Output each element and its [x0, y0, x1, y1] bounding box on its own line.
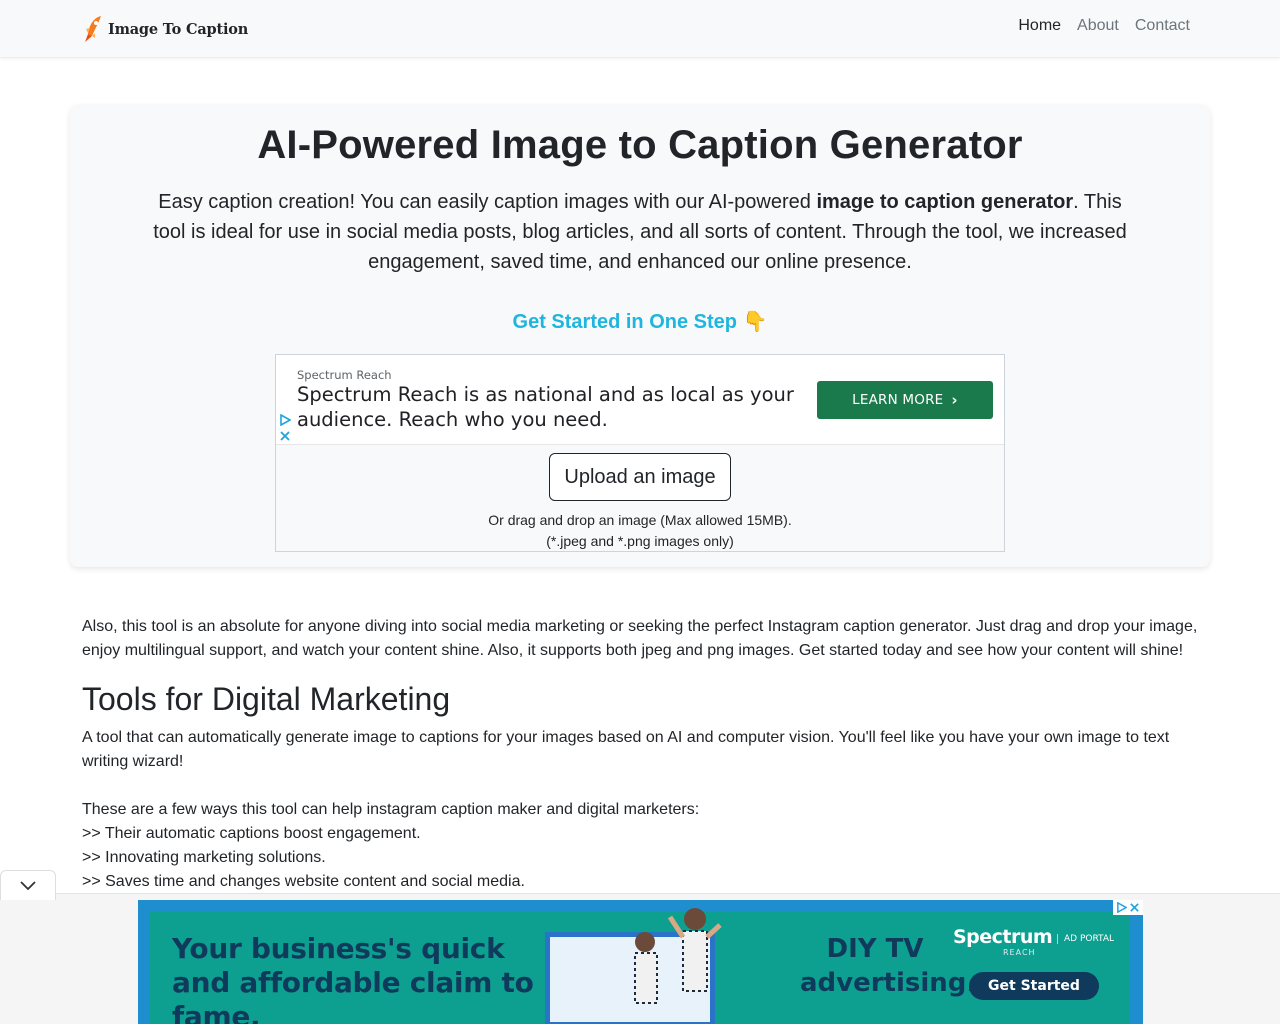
list-item: >> Saves time and changes website conten…: [82, 873, 525, 890]
hero-description: Easy caption creation! You can easily ca…: [140, 187, 1140, 277]
banner-mid-text: DIY TV advertising.: [800, 934, 977, 998]
intro-paragraph: Also, this tool is an absolute for anyon…: [82, 618, 1198, 659]
nav-links: Home About Contact: [1018, 17, 1190, 35]
page-title: AI-Powered Image to Caption Generator: [257, 123, 1023, 167]
list-item: >> Their automatic captions boost engage…: [82, 825, 421, 842]
adchoices-icon[interactable]: [1116, 902, 1127, 913]
nav-home-link[interactable]: Home: [1018, 17, 1061, 35]
hero-desc-start: Easy caption creation! You can easily ca…: [158, 191, 817, 213]
hero-desc-keyword: image to caption generator: [816, 191, 1074, 213]
chevron-right-icon: ›: [951, 391, 958, 409]
section-paragraph: A tool that can automatically generate i…: [82, 729, 1170, 770]
banner-ad-body: Your business's quick and affordable cla…: [150, 908, 1130, 1024]
ad-headline[interactable]: Spectrum Reach is as national and as loc…: [297, 382, 797, 432]
ad-learn-more-button[interactable]: LEARN MORE ›: [817, 381, 993, 419]
brand-name: Image To Caption: [108, 20, 249, 38]
collapse-ad-toggle[interactable]: [0, 870, 56, 900]
banner-adchoices[interactable]: [1113, 900, 1143, 915]
banner-get-started-button[interactable]: Get Started: [969, 972, 1099, 1000]
upload-image-button[interactable]: Upload an image: [549, 453, 731, 501]
banner-portal-label: AD PORTAL: [1057, 934, 1114, 944]
upload-hint-formats: (*.jpeg and *.png images only): [546, 533, 734, 549]
main-content: Also, this tool is an absolute for anyon…: [82, 615, 1202, 894]
nav-contact-link[interactable]: Contact: [1135, 17, 1190, 35]
chevron-down-icon: [20, 880, 36, 890]
section-heading: Tools for Digital Marketing: [82, 681, 451, 717]
adchoices-icon[interactable]: [279, 414, 291, 426]
inline-ad[interactable]: Spectrum Reach Spectrum Reach is as nati…: [276, 355, 1004, 445]
ways-title: These are a few ways this tool can help …: [82, 801, 700, 818]
upload-hint: Or drag and drop an image (Max allowed 1…: [276, 510, 1004, 552]
banner-left-text: Your business's quick and affordable cla…: [172, 932, 534, 1024]
hero-card: AI-Powered Image to Caption Generator Ea…: [70, 105, 1210, 567]
upload-hint-size: Or drag and drop an image (Max allowed 1…: [488, 512, 792, 528]
navbar: Image To Caption Home About Contact: [0, 0, 1280, 58]
upload-dropzone[interactable]: Spectrum Reach Spectrum Reach is as nati…: [275, 354, 1005, 552]
get-started-heading: Get Started in One Step 👇: [512, 311, 768, 333]
ad-sponsor: Spectrum Reach: [297, 368, 392, 382]
ad-close-icon[interactable]: [279, 430, 291, 442]
close-icon[interactable]: [1129, 902, 1140, 913]
ad-cta-label: LEARN MORE: [852, 392, 944, 408]
brand-link[interactable]: Image To Caption: [83, 14, 248, 44]
banner-brand-sub: REACH: [1003, 948, 1036, 957]
banner-ad[interactable]: Your business's quick and affordable cla…: [138, 900, 1143, 1024]
people-illustration: [634, 908, 722, 1004]
rocket-logo-icon: [85, 16, 101, 42]
nav-about-link[interactable]: About: [1077, 17, 1119, 35]
banner-brand-logo: Spectrum: [953, 926, 1053, 948]
list-item: >> Innovating marketing solutions.: [82, 849, 326, 866]
